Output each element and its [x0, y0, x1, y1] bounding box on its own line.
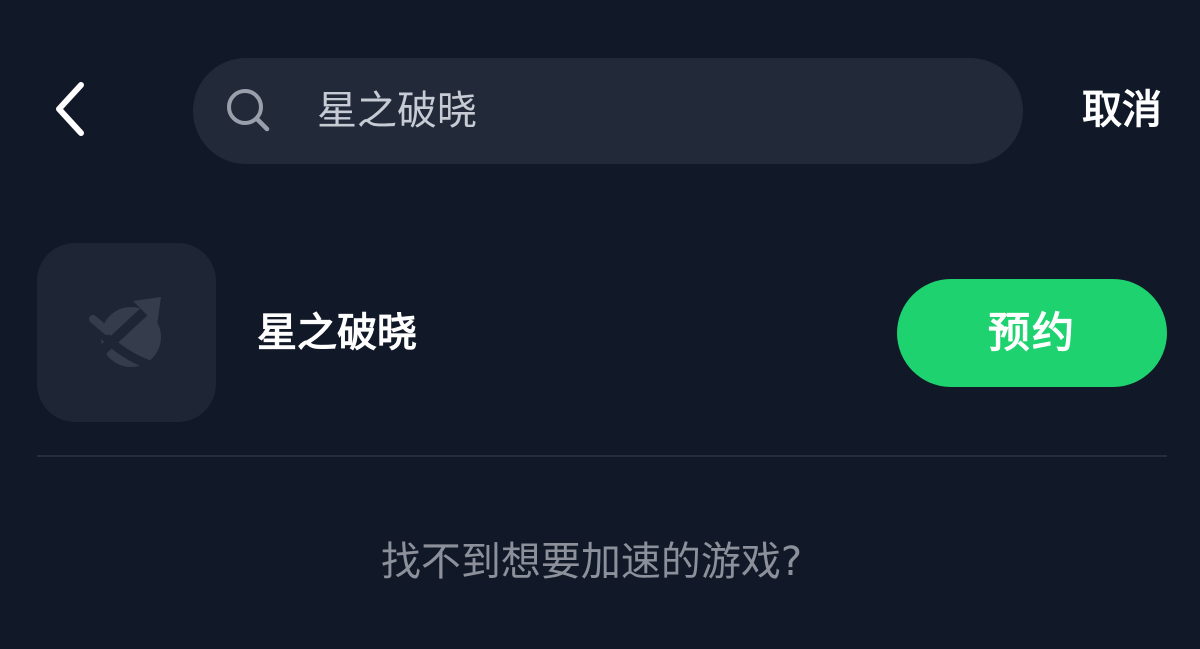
search-icon [227, 89, 270, 132]
search-header: 取消 [0, 0, 1200, 220]
search-input[interactable] [317, 58, 997, 164]
back-arrow-icon [56, 82, 84, 136]
list-item[interactable]: 星之破晓 预约 [37, 243, 1167, 423]
divider [37, 455, 1167, 457]
search-box[interactable] [193, 58, 1023, 164]
back-button[interactable] [36, 74, 106, 144]
game-placeholder-icon [84, 296, 161, 371]
reserve-button[interactable]: 预约 [897, 279, 1167, 387]
not-found-hint[interactable]: 找不到想要加速的游戏? [0, 532, 1183, 592]
game-icon [37, 243, 216, 422]
cancel-button[interactable]: 取消 [1070, 75, 1174, 145]
game-title: 星之破晓 [257, 310, 417, 356]
